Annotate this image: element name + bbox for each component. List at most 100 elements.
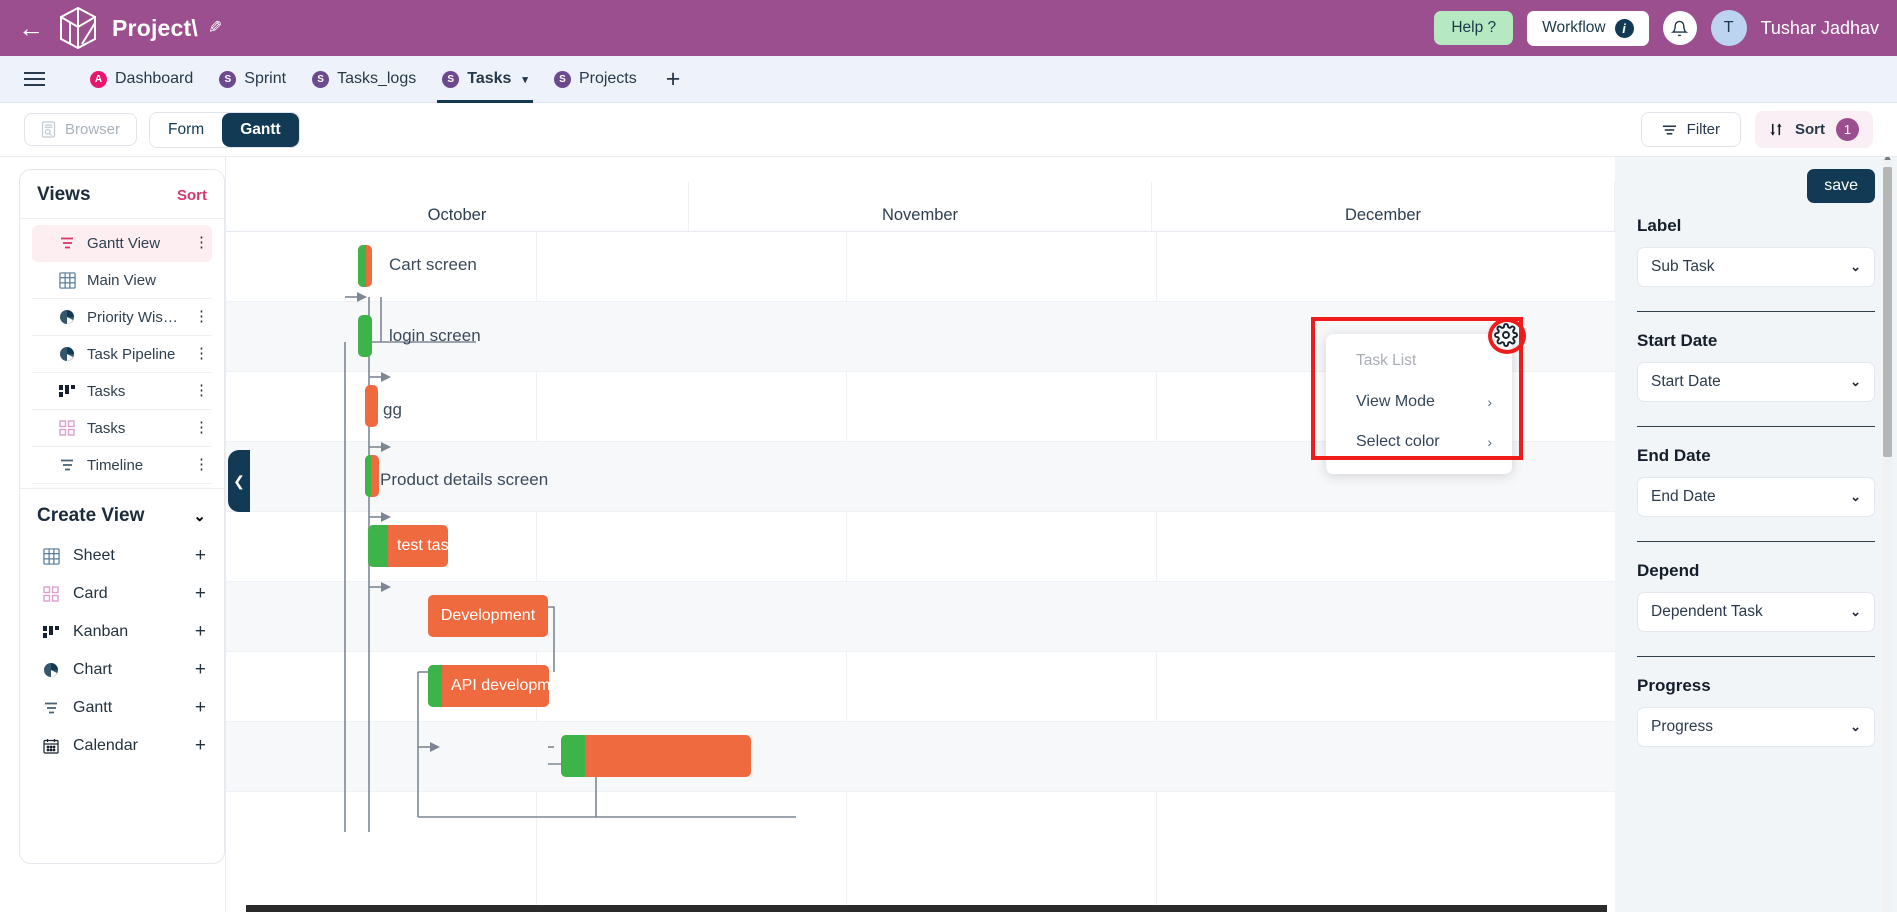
row-menu-icon[interactable]: ⋮	[194, 346, 209, 361]
gantt-bar-cart-screen[interactable]	[358, 245, 372, 287]
chart-icon	[42, 661, 60, 679]
gantt-row	[226, 722, 1615, 792]
gantt-bar-untitled[interactable]	[561, 735, 751, 777]
end-date-value: End Date	[1651, 488, 1716, 505]
chevron-down-icon: ⌄	[1850, 489, 1861, 504]
create-view-calendar[interactable]: Calendar +	[20, 727, 224, 765]
browser-search-icon	[41, 121, 56, 138]
sidebar-item-tasks-kanban[interactable]: Tasks ⋮	[32, 373, 212, 410]
hamburger-icon[interactable]	[24, 72, 45, 86]
gantt-grid: Cart screen login screen gg Product deta…	[226, 232, 1615, 912]
form-view-button[interactable]: Form	[150, 112, 223, 147]
sort-label: Sort	[1795, 121, 1825, 138]
sidebar-item-priority-wise-tasks[interactable]: Priority Wise Tas… ⋮	[32, 299, 212, 336]
create-view-sheet[interactable]: Sheet +	[20, 537, 224, 575]
gantt-bar-product-details-screen[interactable]	[365, 455, 379, 497]
gantt-bar-test-task[interactable]: test task	[368, 525, 448, 567]
gantt-chart-area[interactable]: October November December Cart screen lo…	[225, 157, 1615, 912]
create-view-chart[interactable]: Chart +	[20, 651, 224, 689]
add-icon[interactable]: +	[195, 583, 206, 605]
sidebar-item-timeline[interactable]: Timeline ⋮	[32, 447, 212, 484]
gear-icon[interactable]	[1494, 323, 1518, 352]
gantt-bar-development[interactable]: Development	[428, 595, 548, 637]
tab-projects[interactable]: S Projects	[541, 56, 650, 103]
create-view-gantt[interactable]: Gantt +	[20, 689, 224, 727]
panel-scrollbar-thumb[interactable]	[1883, 167, 1892, 457]
field-title: Start Date	[1637, 331, 1718, 350]
sheet-icon	[58, 271, 76, 289]
gantt-view-button[interactable]: Gantt	[222, 112, 299, 147]
kanban-icon	[58, 382, 76, 400]
top-header-actions: Help ? Workflow i T Tushar Jadhav	[1434, 10, 1879, 46]
browser-button[interactable]: Browser	[24, 113, 138, 146]
row-menu-icon[interactable]: ⋮	[194, 420, 209, 435]
chevron-down-icon[interactable]: ⌄	[193, 507, 206, 525]
sidebar-item-task-pipeline[interactable]: Task Pipeline ⋮	[32, 336, 212, 373]
tab-sprint[interactable]: S Sprint	[206, 56, 299, 103]
tab-dashboard[interactable]: A Dashboard	[77, 56, 206, 103]
tab-badge: S	[312, 70, 330, 88]
field-title: End Date	[1637, 446, 1711, 465]
create-view-label: Kanban	[73, 623, 129, 640]
create-view-header[interactable]: Create View ⌄	[20, 488, 224, 537]
bell-icon[interactable]	[1662, 11, 1697, 45]
gantt-bar-login-screen[interactable]	[358, 315, 372, 357]
view-toolbar: Browser Form Gantt Filter Sort 1	[0, 103, 1897, 157]
start-date-value: Start Date	[1651, 373, 1721, 390]
add-tab-button[interactable]: +	[650, 65, 697, 94]
views-sort-button[interactable]: Sort	[177, 187, 207, 204]
menu-item-view-mode[interactable]: View Mode ›	[1326, 382, 1512, 422]
filter-label: Filter	[1686, 121, 1720, 138]
create-view-label: Calendar	[73, 737, 138, 754]
depend-select[interactable]: Dependent Task ⌄	[1637, 592, 1875, 632]
add-icon[interactable]: +	[195, 621, 206, 643]
gantt-bar-api-development[interactable]: API development	[428, 665, 549, 707]
tab-tasks[interactable]: S Tasks ▾	[429, 56, 541, 103]
avatar[interactable]: T	[1710, 10, 1747, 46]
tab-badge: S	[442, 70, 460, 88]
horizontal-scrollbar[interactable]	[246, 905, 1607, 912]
row-menu-icon[interactable]: ⋮	[194, 235, 209, 250]
gantt-bar-gg[interactable]	[365, 385, 378, 427]
sidebar-collapse-button[interactable]: ❮	[228, 450, 250, 512]
sidebar-item-main-view[interactable]: Main View	[32, 262, 212, 299]
row-menu-icon[interactable]: ⋮	[194, 383, 209, 398]
scroll-up-icon[interactable]: ▲	[1882, 157, 1893, 163]
menu-item-select-color[interactable]: Select color ›	[1326, 422, 1512, 462]
label-select[interactable]: Sub Task ⌄	[1637, 247, 1875, 287]
end-date-select[interactable]: End Date ⌄	[1637, 477, 1875, 517]
sort-button[interactable]: Sort 1	[1755, 111, 1873, 148]
sidebar-item-label: Main View	[87, 271, 156, 289]
card-icon	[58, 419, 76, 437]
sidebar-item-gantt-view[interactable]: Gantt View ⋮	[32, 225, 212, 262]
pencil-icon[interactable]: ✎	[208, 18, 222, 38]
menu-item-label: Select color	[1356, 433, 1440, 450]
row-menu-icon[interactable]: ⋮	[194, 457, 209, 472]
tab-tasks-logs[interactable]: S Tasks_logs	[299, 56, 429, 103]
progress-select[interactable]: Progress ⌄	[1637, 707, 1875, 747]
create-view-label: Sheet	[73, 547, 115, 564]
add-icon[interactable]: +	[195, 545, 206, 567]
add-icon[interactable]: +	[195, 697, 206, 719]
help-button[interactable]: Help ?	[1434, 11, 1514, 45]
workflow-button[interactable]: Workflow i	[1527, 10, 1649, 46]
start-date-select[interactable]: Start Date ⌄	[1637, 362, 1875, 402]
gantt-month-november: November	[689, 182, 1152, 231]
create-view-card[interactable]: Card +	[20, 575, 224, 613]
filter-button[interactable]: Filter	[1640, 112, 1741, 147]
views-header: Views Sort	[20, 170, 224, 219]
add-icon[interactable]: +	[195, 659, 206, 681]
gantt-bar-progress	[358, 245, 366, 287]
save-button[interactable]: save	[1807, 169, 1875, 203]
gantt-settings-menu[interactable]: Task List View Mode › Select color ›	[1326, 334, 1512, 474]
views-title: Views	[37, 184, 91, 205]
chevron-down-icon[interactable]: ▾	[522, 73, 528, 86]
toolbar-actions: Filter Sort 1	[1640, 111, 1873, 148]
back-arrow-icon[interactable]: ←	[18, 15, 44, 41]
add-icon[interactable]: +	[195, 735, 206, 757]
sidebar-item-tasks-card[interactable]: Tasks ⋮	[32, 410, 212, 447]
progress-value: Progress	[1651, 718, 1714, 735]
chevron-down-icon: ⌄	[1850, 259, 1861, 274]
create-view-kanban[interactable]: Kanban +	[20, 613, 224, 651]
row-menu-icon[interactable]: ⋮	[194, 309, 209, 324]
